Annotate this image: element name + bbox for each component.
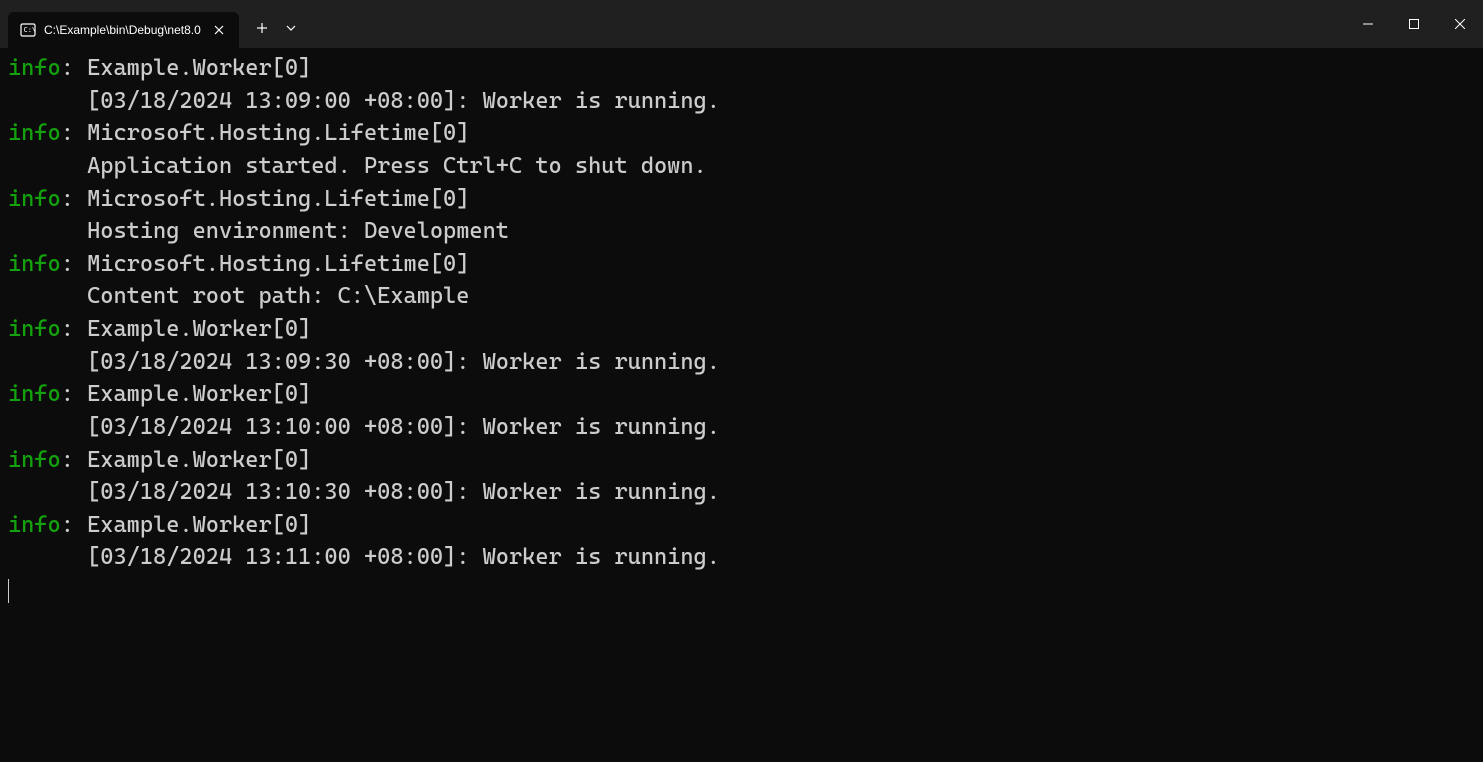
log-entry: info: Example.Worker[0] (8, 509, 1475, 542)
window-titlebar: C:\ C:\Example\bin\Debug\net8.0 (0, 0, 1483, 48)
log-level: info (8, 55, 61, 81)
log-message: [03/18/2024 13:10:00 +08:00]: Worker is … (8, 411, 1475, 444)
close-window-button[interactable] (1437, 8, 1483, 40)
log-entry: info: Microsoft.Hosting.Lifetime[0] (8, 117, 1475, 150)
maximize-icon (1409, 19, 1419, 29)
chevron-down-icon (286, 25, 296, 31)
log-level: info (8, 447, 61, 473)
minimize-button[interactable] (1345, 8, 1391, 40)
window-controls (1345, 8, 1483, 40)
maximize-button[interactable] (1391, 8, 1437, 40)
close-icon (214, 25, 224, 35)
log-message: [03/18/2024 13:10:30 +08:00]: Worker is … (8, 476, 1475, 509)
log-level: info (8, 251, 61, 277)
log-source: : Microsoft.Hosting.Lifetime[0] (61, 120, 470, 146)
minimize-icon (1363, 19, 1373, 29)
log-source: : Microsoft.Hosting.Lifetime[0] (61, 251, 470, 277)
log-message: [03/18/2024 13:09:00 +08:00]: Worker is … (8, 85, 1475, 118)
log-source: : Example.Worker[0] (61, 512, 312, 538)
log-message: [03/18/2024 13:09:30 +08:00]: Worker is … (8, 346, 1475, 379)
terminal-output[interactable]: info: Example.Worker[0] [03/18/2024 13:0… (0, 48, 1483, 762)
log-entry: info: Example.Worker[0] (8, 313, 1475, 346)
log-level: info (8, 186, 61, 212)
log-level: info (8, 381, 61, 407)
log-message: Application started. Press Ctrl+C to shu… (8, 150, 1475, 183)
tab-close-button[interactable] (209, 20, 229, 40)
log-message: [03/18/2024 13:11:00 +08:00]: Worker is … (8, 541, 1475, 574)
close-icon (1455, 19, 1465, 29)
log-source: : Microsoft.Hosting.Lifetime[0] (61, 186, 470, 212)
titlebar-left: C:\ C:\Example\bin\Debug\net8.0 (0, 0, 303, 48)
log-source: : Example.Worker[0] (61, 316, 312, 342)
terminal-tab[interactable]: C:\ C:\Example\bin\Debug\net8.0 (8, 12, 239, 48)
log-entry: info: Microsoft.Hosting.Lifetime[0] (8, 183, 1475, 216)
svg-text:C:\: C:\ (24, 26, 37, 34)
log-message: Hosting environment: Development (8, 215, 1475, 248)
log-source: : Example.Worker[0] (61, 447, 312, 473)
log-message: Content root path: C:\Example (8, 280, 1475, 313)
log-level: info (8, 316, 61, 342)
log-entry: info: Example.Worker[0] (8, 52, 1475, 85)
log-entry: info: Example.Worker[0] (8, 378, 1475, 411)
new-tab-button[interactable] (247, 13, 277, 43)
log-source: : Example.Worker[0] (61, 55, 312, 81)
tab-title: C:\Example\bin\Debug\net8.0 (44, 23, 201, 37)
log-entry: info: Microsoft.Hosting.Lifetime[0] (8, 248, 1475, 281)
log-level: info (8, 120, 61, 146)
terminal-icon: C:\ (20, 22, 36, 38)
log-source: : Example.Worker[0] (61, 381, 312, 407)
terminal-cursor (8, 579, 9, 603)
log-level: info (8, 512, 61, 538)
log-entry: info: Example.Worker[0] (8, 444, 1475, 477)
plus-icon (256, 22, 268, 34)
tab-dropdown-button[interactable] (279, 13, 303, 43)
